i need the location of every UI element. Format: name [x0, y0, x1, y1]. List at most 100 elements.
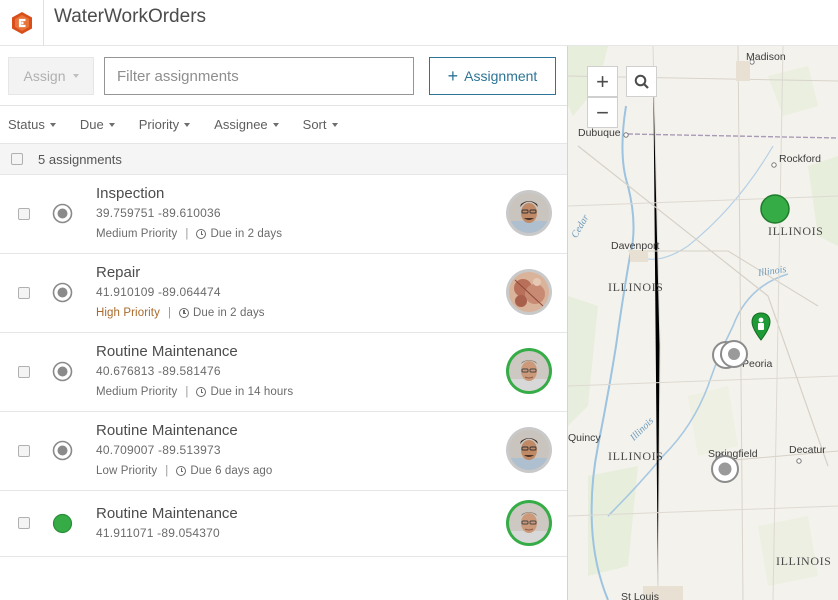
- due-filter-label: Due: [79, 117, 104, 132]
- unassigned-status-icon: [52, 203, 73, 224]
- assignment-location: 41.911071 -89.054370: [96, 526, 220, 540]
- assignment-location: 40.709007 -89.513973: [96, 443, 221, 457]
- plus-icon: +: [447, 66, 459, 86]
- assignment-count: 5 assignments: [38, 151, 122, 167]
- map-label-madison: Madison: [746, 51, 786, 63]
- list-item[interactable]: Routine Maintenance 41.911071 -89.054370: [0, 491, 567, 557]
- assignment-meta: Medium Priority | Due in 14 hours: [96, 386, 293, 398]
- list-item[interactable]: Repair 41.910109 -89.064474 High Priorit…: [0, 254, 567, 333]
- assignment-type: Repair: [96, 264, 141, 281]
- avatar: [506, 500, 552, 546]
- map-label-rockford: Rockford: [779, 153, 822, 165]
- sort-dropdown[interactable]: Sort: [303, 117, 338, 132]
- avatar: [506, 269, 552, 315]
- filter-assignments-input[interactable]: [104, 57, 414, 95]
- chevron-down-icon: [72, 74, 79, 78]
- map-label-davenport: Davenport: [611, 240, 660, 252]
- assignment-type: Routine Maintenance: [96, 422, 238, 439]
- clock-icon: [176, 466, 187, 476]
- row-checkbox[interactable]: [18, 517, 30, 529]
- sort-dropdown-label: Sort: [302, 117, 327, 132]
- map-label-state: ILLINOIS: [608, 280, 664, 294]
- priority-filter[interactable]: Priority: [138, 117, 191, 132]
- list-item[interactable]: Inspection 39.759751 -89.610036 Medium P…: [0, 175, 567, 254]
- map-label-state: ILLINOIS: [608, 449, 664, 463]
- assignment-cluster-marker[interactable]: [709, 338, 751, 372]
- assign-button[interactable]: Assign: [8, 57, 94, 95]
- unassigned-status-icon: [52, 282, 73, 303]
- assignment-meta: Medium Priority | Due in 2 days: [96, 228, 282, 240]
- zoom-in-button[interactable]: +: [587, 66, 618, 97]
- assignment-location: 40.676813 -89.581476: [96, 364, 221, 378]
- unassigned-assignment-marker[interactable]: [709, 453, 741, 485]
- assignee-filter[interactable]: Assignee: [214, 117, 279, 132]
- assignee-filter-label: Assignee: [214, 117, 268, 132]
- status-filter-label: Status: [8, 117, 45, 132]
- due-label: Due in 2 days: [210, 228, 283, 240]
- separator: |: [185, 386, 189, 398]
- avatar: [506, 427, 552, 473]
- add-assignment-button[interactable]: + Assignment: [429, 57, 556, 95]
- chevron-down-icon: [108, 122, 115, 127]
- avatar: [506, 348, 552, 394]
- clock-icon: [179, 308, 190, 318]
- map-view[interactable]: + − Madison Dubuque Rockford Cedar ILLIN…: [568, 46, 838, 600]
- filter-bar: Status Due Priority Assignee Sort: [0, 106, 567, 143]
- priority-label: Medium Priority: [96, 386, 178, 398]
- unassigned-status-icon: [52, 361, 73, 382]
- separator: |: [165, 465, 169, 477]
- app-logo-icon[interactable]: [0, 0, 44, 46]
- assignments-panel: Assign + Assignment Status Due Priority …: [0, 46, 568, 600]
- priority-label: Medium Priority: [96, 228, 178, 240]
- chevron-down-icon: [272, 122, 279, 127]
- assignment-meta: High Priority | Due in 2 days: [96, 307, 265, 319]
- due-label: Due in 14 hours: [210, 386, 294, 398]
- assignment-type: Routine Maintenance: [96, 505, 238, 522]
- assignment-type: Routine Maintenance: [96, 343, 238, 360]
- map-search-button[interactable]: [626, 66, 657, 97]
- chevron-down-icon: [49, 122, 56, 127]
- chevron-down-icon: [331, 122, 338, 127]
- row-checkbox[interactable]: [18, 366, 30, 378]
- status-filter[interactable]: Status: [8, 117, 56, 132]
- unassigned-status-icon: [52, 440, 73, 461]
- search-icon: [634, 74, 649, 89]
- row-checkbox[interactable]: [18, 445, 30, 457]
- due-label: Due 6 days ago: [190, 465, 273, 477]
- separator: |: [167, 307, 172, 319]
- assignment-location: 39.759751 -89.610036: [96, 206, 221, 220]
- list-item[interactable]: Routine Maintenance 40.676813 -89.581476…: [0, 333, 567, 412]
- due-label: Due in 2 days: [193, 307, 265, 319]
- app-title: WaterWorkOrders: [54, 6, 207, 27]
- completed-status-icon: [52, 513, 73, 534]
- assignment-type: Inspection: [96, 185, 165, 202]
- list-item[interactable]: Routine Maintenance 40.709007 -89.513973…: [0, 412, 567, 491]
- clock-icon: [196, 387, 207, 397]
- app-header: WaterWorkOrders: [0, 0, 838, 46]
- priority-filter-label: Priority: [138, 117, 180, 132]
- zoom-out-button[interactable]: −: [587, 97, 618, 128]
- priority-label: High Priority: [96, 307, 160, 319]
- assign-button-label: Assign: [23, 68, 66, 84]
- map-label-decatur: Decatur: [789, 444, 826, 456]
- plus-icon: +: [596, 68, 609, 94]
- avatar: [506, 190, 552, 236]
- select-all-bar: 5 assignments: [0, 143, 567, 175]
- assignment-meta: Low Priority | Due 6 days ago: [96, 465, 272, 477]
- clock-icon: [196, 229, 207, 239]
- row-checkbox[interactable]: [18, 287, 30, 299]
- map-label-state: ILLINOIS: [776, 554, 832, 568]
- priority-label: Low Priority: [96, 465, 158, 477]
- completed-assignment-marker[interactable]: [759, 193, 791, 225]
- row-checkbox[interactable]: [18, 208, 30, 220]
- assignments-toolbar: Assign + Assignment: [0, 46, 567, 106]
- map-label-quincy: Quincy: [568, 432, 601, 444]
- select-all-checkbox[interactable]: [11, 153, 23, 165]
- worker-location-marker[interactable]: [750, 312, 772, 342]
- map-label-dubuque: Dubuque: [578, 127, 621, 139]
- add-assignment-label: Assignment: [464, 68, 538, 84]
- minus-icon: −: [596, 99, 609, 125]
- due-filter[interactable]: Due: [80, 117, 115, 132]
- map-label-state: ILLINOIS: [768, 224, 824, 238]
- separator: |: [185, 228, 189, 240]
